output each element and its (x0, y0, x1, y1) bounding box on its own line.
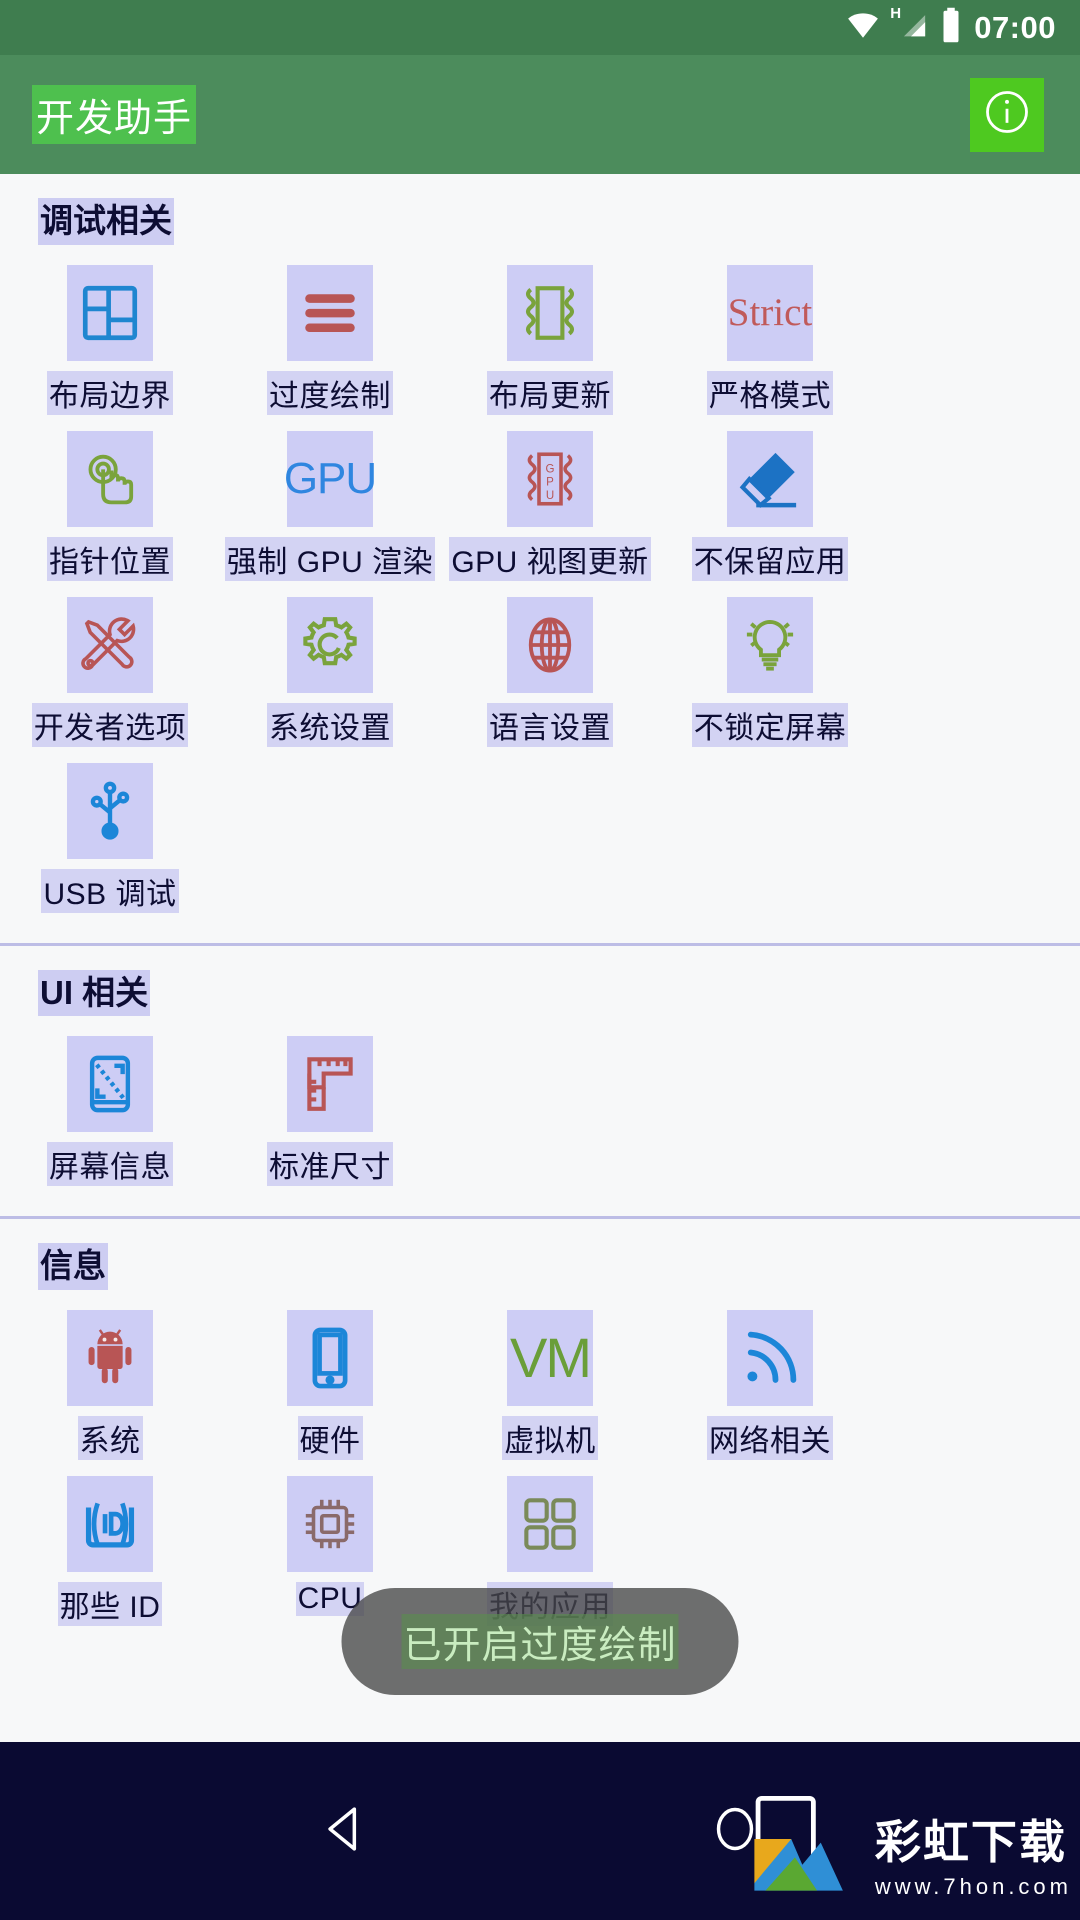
status-bar-icons: H (844, 5, 962, 48)
layout-update-icon (507, 264, 593, 361)
gear-icon (287, 596, 373, 693)
toast-notification: 已开启过度绘制 (341, 1588, 739, 1695)
grid-item-dont-keep-activities[interactable]: 不保留应用 (660, 421, 880, 587)
grid-item-gpu-view-update[interactable]: G P U GPU 视图更新 (440, 421, 660, 587)
debug-grid: 布局边界 过度绘制 布局更新 Strict 严格模式 指针位置 GPU 强制 G… (0, 255, 1080, 919)
gpu-view-update-icon: G P U (507, 430, 593, 527)
grid-item-language-settings[interactable]: 语言设置 (440, 587, 660, 753)
layout-bounds-icon (67, 264, 153, 361)
grid-item-label: 不保留应用 (691, 536, 849, 581)
vm-icon: VM (507, 1309, 593, 1406)
watermark-url: www.7hon.com (874, 1873, 1072, 1899)
strict-mode-icon: Strict (727, 264, 813, 361)
gpu-label: GPU (283, 453, 377, 503)
svg-text:U: U (546, 489, 554, 501)
grid-item-network[interactable]: 网络相关 (660, 1300, 880, 1466)
grid-item-stay-awake[interactable]: 不锁定屏幕 (660, 587, 880, 753)
grid-item-label: 严格模式 (707, 370, 833, 415)
ruler-icon (287, 1036, 373, 1133)
grid-item-usb-debug[interactable]: USB 调试 (0, 753, 220, 919)
section-title-info: 信息 (38, 1243, 108, 1290)
section-title-debug: 调试相关 (38, 198, 174, 245)
info-circle-icon (981, 86, 1033, 143)
wifi-signal-icon (727, 1309, 813, 1406)
status-bar-clock: 07:00 (974, 9, 1056, 45)
lightbulb-icon (727, 596, 813, 693)
grid-item-system[interactable]: 系统 (0, 1300, 220, 1466)
screen-info-icon (67, 1036, 153, 1133)
grid-item-label: 那些 ID (57, 1581, 163, 1626)
usb-icon (67, 762, 153, 859)
grid-item-label: 网络相关 (707, 1415, 833, 1460)
grid-item-overdraw[interactable]: 过度绘制 (220, 255, 440, 421)
grid-item-label: 虚拟机 (502, 1415, 598, 1460)
my-apps-icon (507, 1475, 593, 1572)
grid-item-ids[interactable]: 那些 ID (0, 1466, 220, 1632)
grid-item-label: 过度绘制 (267, 370, 393, 415)
phone-icon (287, 1309, 373, 1406)
watermark: 彩虹下载 www.7hon.com (747, 1791, 1072, 1914)
app-bar: 开发助手 (0, 55, 1080, 174)
grid-item-label: 标准尺寸 (267, 1142, 393, 1187)
grid-item-label: 开发者选项 (31, 702, 189, 747)
back-triangle-icon (317, 1801, 373, 1862)
grid-item-label: 系统设置 (267, 702, 393, 747)
grid-item-label: 系统 (77, 1415, 143, 1460)
navigation-bar: 彩虹下载 www.7hon.com (0, 1742, 1080, 1920)
gpu-render-icon: GPU (283, 430, 377, 527)
info-button[interactable] (970, 77, 1044, 152)
android-robot-icon (67, 1309, 153, 1406)
grid-item-strict-mode[interactable]: Strict 严格模式 (660, 255, 880, 421)
watermark-text: 彩虹下载 www.7hon.com (875, 1806, 1072, 1900)
grid-item-label: 硬件 (297, 1415, 363, 1460)
grid-item-hardware[interactable]: 硬件 (220, 1300, 440, 1466)
cpu-chip-icon (287, 1475, 373, 1572)
watermark-title: 彩虹下载 (874, 1815, 1067, 1868)
grid-item-label: USB 调试 (41, 868, 179, 913)
grid-item-label: 布局更新 (487, 370, 613, 415)
grid-item-layout-update[interactable]: 布局更新 (440, 255, 660, 421)
globe-icon (507, 596, 593, 693)
svg-text:G: G (546, 463, 555, 475)
dont-keep-activities-icon (727, 430, 813, 527)
grid-item-screen-info[interactable]: 屏幕信息 (0, 1026, 220, 1192)
grid-item-layout-bounds[interactable]: 布局边界 (0, 255, 220, 421)
vm-label: VM (510, 1326, 592, 1390)
grid-item-label: GPU 视图更新 (449, 536, 651, 581)
grid-item-standard-size[interactable]: 标准尺寸 (220, 1026, 440, 1192)
section-info: 信息 系统 硬件 VM 虚拟机 网络相关 那些 ID CPU (0, 1219, 1080, 1650)
grid-item-developer-options[interactable]: 开发者选项 (0, 587, 220, 753)
nav-back-button[interactable] (255, 1801, 435, 1862)
status-bar: H 07:00 (0, 0, 1080, 55)
section-title-ui: UI 相关 (38, 969, 151, 1017)
id-card-icon (67, 1475, 153, 1572)
section-ui: UI 相关 屏幕信息 标准尺寸 (0, 946, 1080, 1211)
info-grid: 系统 硬件 VM 虚拟机 网络相关 那些 ID CPU (0, 1300, 1080, 1632)
rainbow-download-logo-icon (747, 1791, 865, 1914)
overdraw-lines-icon (287, 264, 373, 361)
grid-item-virtual-machine[interactable]: VM 虚拟机 (440, 1300, 660, 1466)
section-debug: 调试相关 布局边界 过度绘制 布局更新 Strict 严格模式 指针位置 GPU… (0, 174, 1080, 937)
battery-icon (940, 7, 962, 48)
content-area: 调试相关 布局边界 过度绘制 布局更新 Strict 严格模式 指针位置 GPU… (0, 174, 1080, 1650)
grid-item-label: 布局边界 (47, 370, 173, 415)
developer-tools-icon (67, 596, 153, 693)
toast-message: 已开启过度绘制 (401, 1614, 679, 1669)
grid-item-label: 语言设置 (487, 702, 613, 747)
grid-item-label: 屏幕信息 (47, 1142, 173, 1187)
pointer-location-icon (67, 430, 153, 527)
wifi-icon (844, 8, 882, 47)
strict-label: Strict (727, 291, 813, 335)
grid-item-label: 指针位置 (47, 536, 173, 581)
grid-item-system-settings[interactable]: 系统设置 (220, 587, 440, 753)
ui-grid: 屏幕信息 标准尺寸 (0, 1026, 1080, 1192)
grid-item-label: 不锁定屏幕 (691, 702, 849, 747)
signal-h-icon: H (890, 5, 930, 47)
grid-item-label: 强制 GPU 渲染 (224, 536, 436, 581)
grid-item-force-gpu[interactable]: GPU 强制 GPU 渲染 (220, 421, 440, 587)
grid-item-pointer-location[interactable]: 指针位置 (0, 421, 220, 587)
svg-text:P: P (546, 476, 554, 488)
page-title: 开发助手 (32, 85, 197, 144)
